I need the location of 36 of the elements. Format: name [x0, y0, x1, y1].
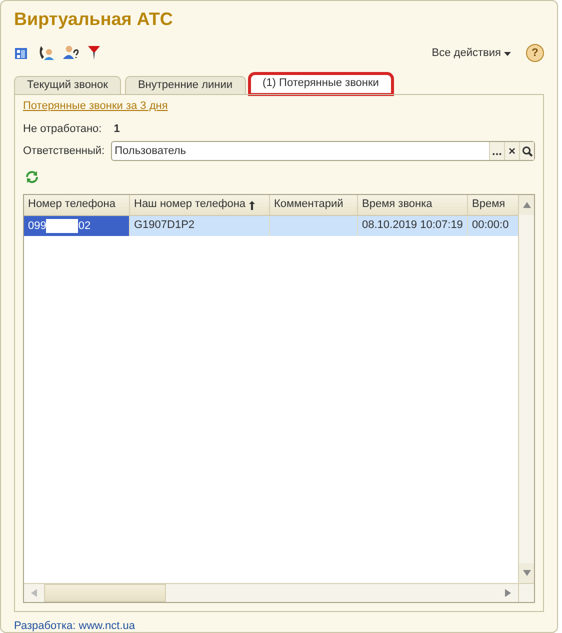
- column-header[interactable]: Наш номер телефона: [130, 195, 270, 216]
- tab[interactable]: (1) Потерянные звонки: [250, 74, 392, 94]
- horizontal-scrollbar[interactable]: [24, 582, 534, 602]
- window-title: Виртуальная АТС: [14, 8, 174, 31]
- clear-button[interactable]: ×: [504, 142, 519, 160]
- column-header[interactable]: Номер телефона: [24, 195, 130, 216]
- search-icon: [522, 146, 532, 157]
- table-cell: 08.10.2019 10:07:19: [358, 216, 468, 236]
- scroll-down-icon[interactable]: [522, 570, 530, 576]
- responsible-field[interactable]: Пользователь ... ×: [110, 141, 535, 162]
- redaction-block: [46, 219, 78, 234]
- unprocessed-count: 1: [114, 123, 120, 136]
- caret-icon: [504, 52, 511, 56]
- help-button[interactable]: ?: [526, 44, 544, 62]
- phone-end: 02: [78, 220, 91, 232]
- scroll-left-icon[interactable]: [31, 588, 37, 597]
- scroll-right-icon[interactable]: [505, 588, 511, 597]
- phone-start: 099: [28, 220, 46, 232]
- website-link[interactable]: www.nct.ua: [78, 620, 135, 632]
- table-row[interactable]: 099 02 G1907D1P2 08.10.2019 10:07:19 00:00:0: [24, 216, 518, 236]
- column-header[interactable]: Время звонка: [358, 195, 468, 216]
- table-cell: G1907D1P2: [130, 216, 270, 236]
- footer-text: Разработка: www.nct.ua: [14, 620, 136, 632]
- scroll-up-icon[interactable]: [522, 202, 530, 208]
- vertical-scrollbar[interactable]: [518, 195, 534, 583]
- phone-person-icon[interactable]: [37, 44, 55, 62]
- refresh-icon[interactable]: [25, 170, 39, 184]
- tab[interactable]: Внутренние линии: [124, 76, 246, 94]
- responsible-label: Ответственный:: [23, 145, 105, 158]
- tab[interactable]: Текущий звонок: [14, 76, 121, 94]
- unprocessed-label: Не отработано:: [23, 123, 102, 136]
- column-header[interactable]: Комментарий: [270, 195, 358, 216]
- all-actions-menu[interactable]: Все действия: [432, 47, 511, 60]
- sort-arrow-icon: [248, 200, 255, 210]
- choose-button[interactable]: ...: [489, 142, 504, 160]
- search-button[interactable]: [519, 142, 534, 160]
